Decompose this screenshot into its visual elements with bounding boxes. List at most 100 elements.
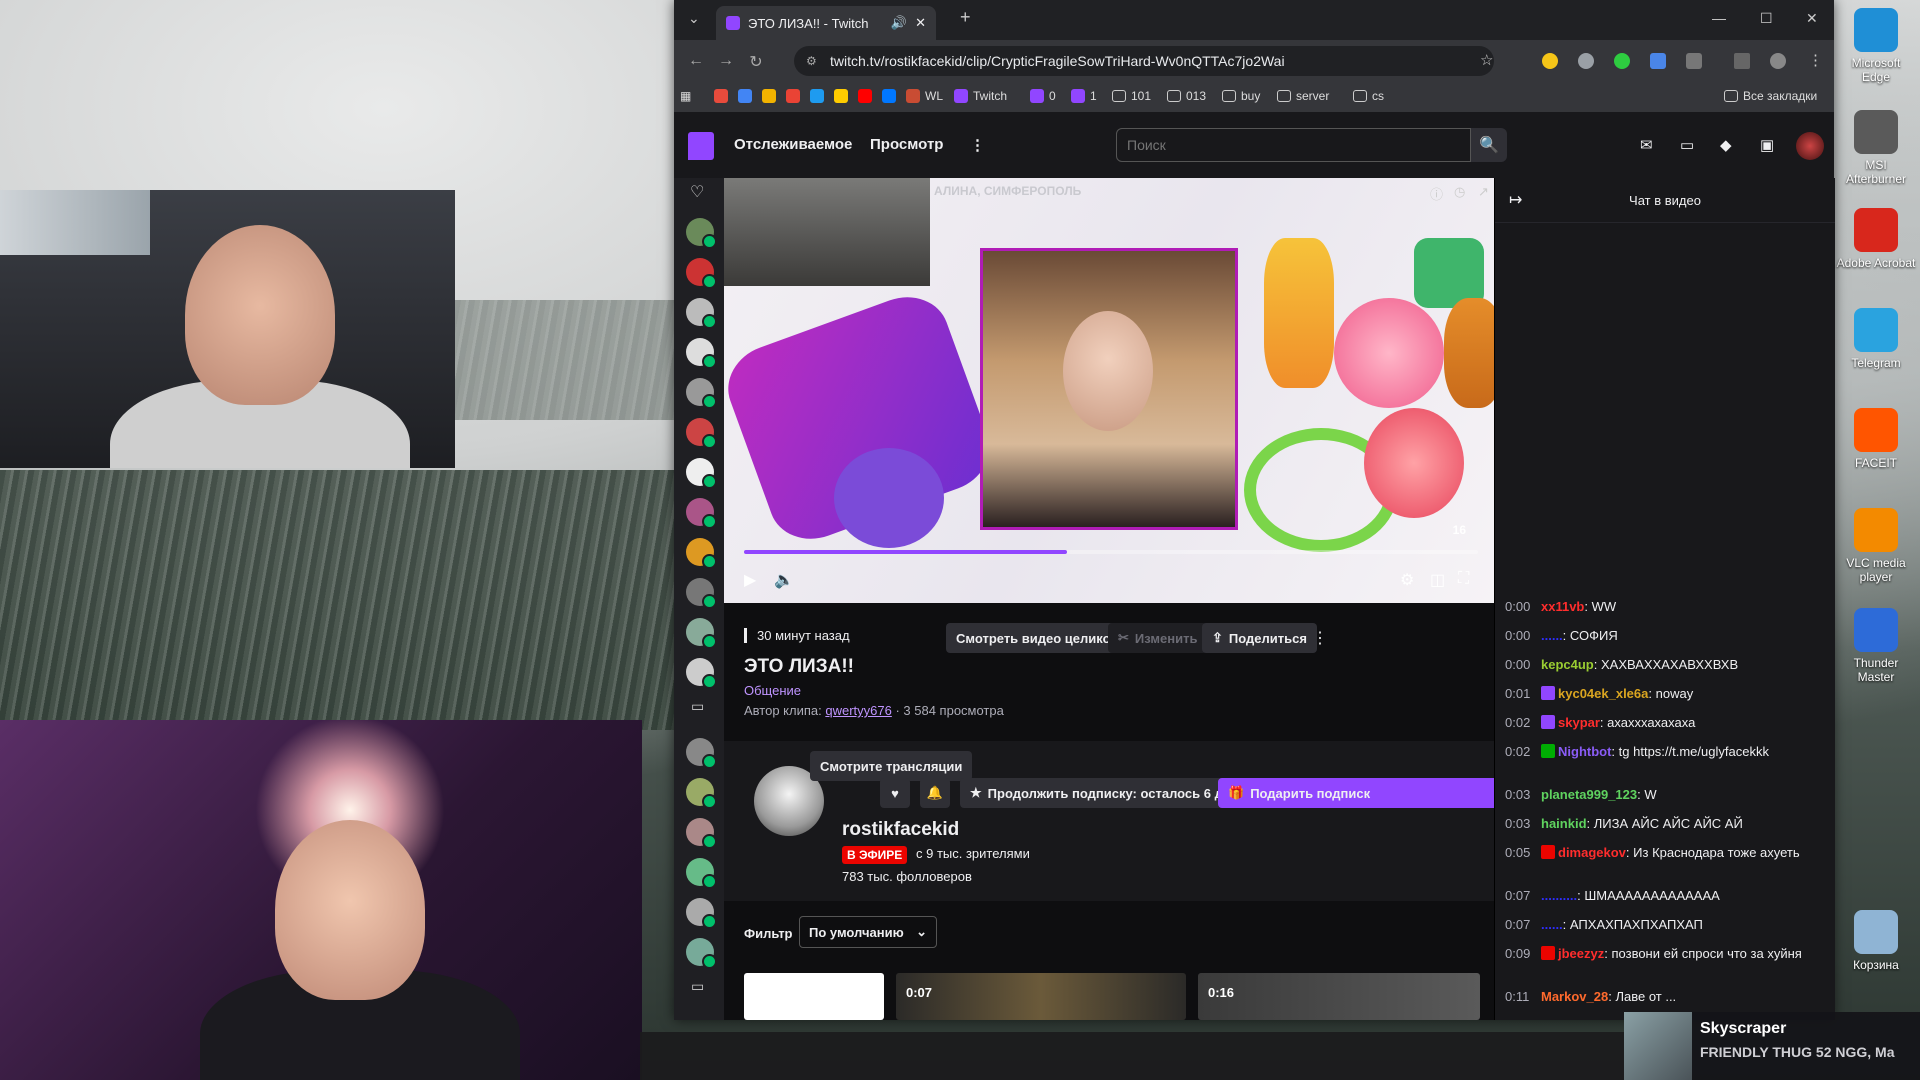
gift-sub-button[interactable]: 🎁 Подарить подписк <box>1218 778 1494 808</box>
desktop-item-6[interactable]: Thunder Master <box>1836 608 1916 684</box>
followed-channel-avatar[interactable] <box>686 378 717 409</box>
bookmark-7[interactable] <box>882 89 896 103</box>
speaker-icon[interactable]: 🔊 <box>891 15 907 31</box>
desktop-item-3[interactable]: Telegram <box>1836 308 1916 370</box>
followed-channel-avatar[interactable] <box>686 858 717 889</box>
chat-username[interactable]: Nightbot <box>1558 744 1611 759</box>
nav-browse[interactable]: Просмотр <box>870 136 943 153</box>
chat-username[interactable]: skypar <box>1558 715 1600 730</box>
media-controls-icon[interactable] <box>1734 53 1750 69</box>
followed-channel-avatar[interactable] <box>686 938 717 969</box>
browser-tab[interactable]: ЭТО ЛИЗА!! - Twitch 🔊 ✕ <box>716 6 936 40</box>
user-avatar[interactable] <box>1796 132 1824 160</box>
chat-username[interactable]: jbeezyz <box>1558 946 1604 961</box>
bookmark-star-icon[interactable]: ☆ <box>1480 51 1493 69</box>
bookmark-14[interactable]: buy <box>1222 89 1260 103</box>
all-bookmarks[interactable]: Все закладки <box>1724 89 1817 103</box>
clip-more-icon[interactable]: ⋮ <box>1312 628 1328 648</box>
desktop-item-4[interactable]: FACEIT <box>1836 408 1916 470</box>
bookmark-5[interactable] <box>834 89 848 103</box>
followed-channel-avatar[interactable] <box>686 218 717 249</box>
watch-streams-button[interactable]: Смотрите трансляции <box>810 751 973 781</box>
bookmark-16[interactable]: cs <box>1353 89 1384 103</box>
desktop-item-1[interactable]: MSI Afterburner <box>1836 110 1916 186</box>
followed-channel-avatar[interactable] <box>686 418 717 449</box>
edit-clip-button[interactable]: ✂ Изменить <box>1108 623 1208 653</box>
tab-search-icon[interactable]: ⌄ <box>688 10 700 27</box>
followed-channel-avatar[interactable] <box>686 618 717 649</box>
video-player[interactable]: АЛИНА, СИМФЕРОПОЛЬ ⓘ ◷ ↗ 16 ▶ 🔈 ⚙ ◫ ⛶ <box>724 178 1494 603</box>
bookmark-6[interactable] <box>858 89 872 103</box>
extension-icon-2[interactable] <box>1578 53 1594 69</box>
url-field[interactable]: ⚙ twitch.tv/rostikfacekid/clip/CrypticFr… <box>794 46 1494 76</box>
whispers-icon[interactable]: ▭ <box>1680 136 1694 154</box>
followed-channel-avatar[interactable] <box>686 298 717 329</box>
extensions-puzzle-icon[interactable] <box>1686 53 1702 69</box>
share-button[interactable]: ⇪ Поделиться <box>1202 623 1317 653</box>
volume-icon[interactable]: 🔈 <box>774 570 794 590</box>
clock-icon[interactable]: ◷ <box>1454 184 1465 200</box>
reload-icon[interactable]: ↻ <box>738 52 774 72</box>
followed-channel-avatar[interactable] <box>686 458 717 489</box>
bookmark-11[interactable]: 1 <box>1071 89 1097 103</box>
inbox-icon[interactable]: ✉ <box>1640 136 1653 154</box>
chat-username[interactable]: kepc4up <box>1541 657 1594 672</box>
clip-category[interactable]: Общение <box>744 683 801 698</box>
clip-thumb-2[interactable]: 0:07 <box>896 973 1186 1020</box>
bookmark-13[interactable]: 013 <box>1167 89 1206 103</box>
close-tab-icon[interactable]: ✕ <box>915 15 926 31</box>
search-input[interactable] <box>1116 128 1471 162</box>
chat-username[interactable]: hainkid <box>1541 816 1587 831</box>
chat-username[interactable]: dimagekov <box>1558 845 1626 860</box>
chat-username[interactable]: .......... <box>1541 888 1577 903</box>
settings-icon[interactable]: ⚙ <box>1400 570 1414 590</box>
video-progress-bar[interactable] <box>744 550 1478 554</box>
desktop-item-7[interactable]: Корзина <box>1836 910 1916 972</box>
camera-icon[interactable]: ▭ <box>691 698 704 715</box>
camera-icon[interactable]: ▭ <box>691 978 704 995</box>
desktop-item-0[interactable]: Microsoft Edge <box>1836 8 1916 84</box>
close-window-icon[interactable]: ✕ <box>1806 10 1818 27</box>
followed-channel-avatar[interactable] <box>686 498 717 529</box>
desktop-item-5[interactable]: VLC media player <box>1836 508 1916 584</box>
desktop-item-2[interactable]: Adobe Acrobat <box>1836 208 1916 270</box>
chat-username[interactable]: ...... <box>1541 628 1563 643</box>
clip-thumb-3[interactable]: 0:16 <box>1198 973 1480 1020</box>
followed-channel-avatar[interactable] <box>686 738 717 769</box>
site-info-icon[interactable]: ⚙ <box>806 54 817 68</box>
browser-menu-icon[interactable]: ⋮ <box>1808 51 1823 69</box>
notifications-button[interactable]: 🔔 <box>920 778 950 808</box>
nav-following[interactable]: Отслеживаемое <box>734 136 852 153</box>
chat-username[interactable]: planeta999_123 <box>1541 787 1637 802</box>
followed-channel-avatar[interactable] <box>686 658 717 689</box>
maximize-icon[interactable]: ☐ <box>1760 10 1773 27</box>
chat-username[interactable]: kyc04ek_xle6a <box>1558 686 1648 701</box>
bookmark-1[interactable] <box>738 89 752 103</box>
continue-sub-button[interactable]: ★ Продолжить подписку: осталось 6 дней <box>960 778 1256 808</box>
new-tab-icon[interactable]: + <box>960 7 971 28</box>
minimize-icon[interactable]: — <box>1712 10 1726 26</box>
prime-icon[interactable]: ▣ <box>1760 136 1774 154</box>
followed-channel-avatar[interactable] <box>686 898 717 929</box>
extension-icon-1[interactable] <box>1542 53 1558 69</box>
bookmark-8[interactable]: WL <box>906 89 943 103</box>
followed-channel-avatar[interactable] <box>686 538 717 569</box>
followed-channel-avatar[interactable] <box>686 778 717 809</box>
chat-username[interactable]: xx11vb <box>1541 599 1584 614</box>
followed-channel-avatar[interactable] <box>686 818 717 849</box>
bookmark-2[interactable] <box>762 89 776 103</box>
followed-channel-avatar[interactable] <box>686 338 717 369</box>
bookmark-15[interactable]: server <box>1277 89 1329 103</box>
bookmark-9[interactable]: Twitch <box>954 89 1007 103</box>
bookmark-0[interactable] <box>714 89 728 103</box>
channel-name[interactable]: rostikfacekid <box>842 819 959 841</box>
followed-channel-avatar[interactable] <box>686 578 717 609</box>
profile-icon[interactable] <box>1770 53 1786 69</box>
chat-username[interactable]: ...... <box>1541 917 1563 932</box>
fullscreen-icon[interactable]: ⛶ <box>1458 570 1469 588</box>
play-icon[interactable]: ▶ <box>744 570 756 590</box>
bookmark-12[interactable]: 101 <box>1112 89 1151 103</box>
bookmark-10[interactable]: 0 <box>1030 89 1056 103</box>
theatre-mode-icon[interactable]: ◫ <box>1430 570 1445 590</box>
bookmark-4[interactable] <box>810 89 824 103</box>
